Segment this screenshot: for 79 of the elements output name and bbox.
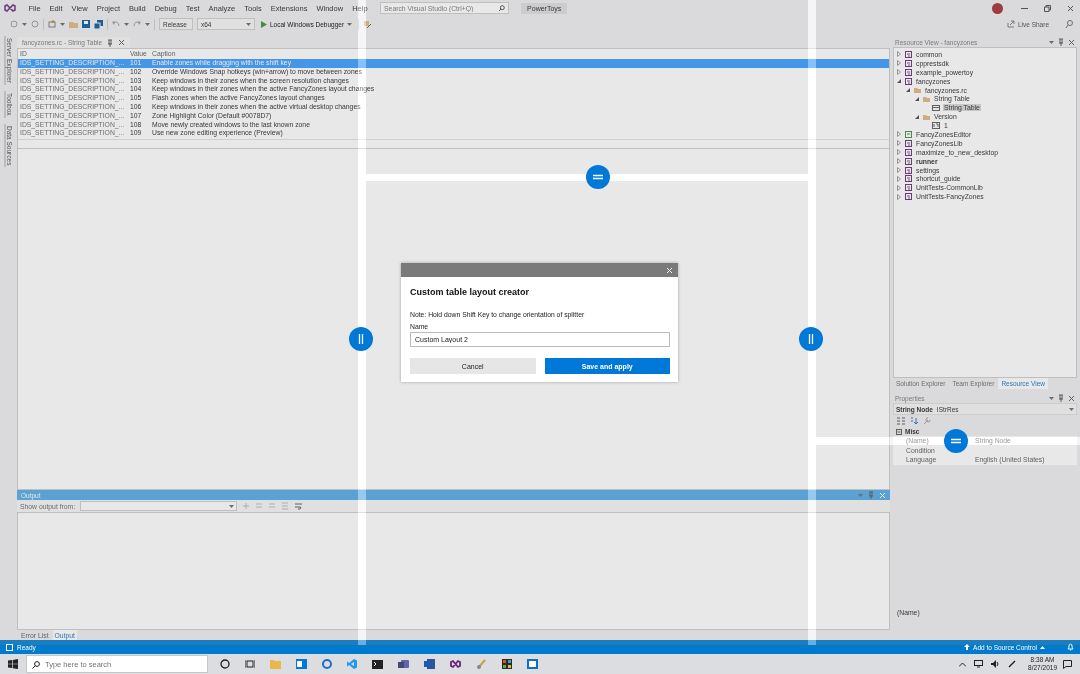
save-icon[interactable]: [82, 20, 90, 28]
caret-icon: [124, 22, 129, 26]
browser-app-icon[interactable]: [322, 659, 332, 669]
caret-icon: [145, 22, 150, 26]
grid-app-icon[interactable]: [502, 659, 512, 669]
status-icon: [6, 643, 13, 651]
close-icon[interactable]: [1068, 38, 1075, 46]
collapsed-arrow-icon[interactable]: [896, 140, 902, 147]
caret-icon: [22, 22, 27, 26]
caret-icon: [229, 504, 235, 508]
play-icon: [261, 20, 267, 28]
close-icon[interactable]: [118, 39, 126, 46]
collapsed-arrow-icon[interactable]: [896, 167, 902, 173]
restore-icon[interactable]: [1044, 4, 1051, 12]
notification-icon[interactable]: [1063, 659, 1072, 669]
word-wrap-icon[interactable]: [294, 502, 304, 510]
collapsed-arrow-icon[interactable]: [896, 193, 902, 200]
caret-icon: [347, 22, 353, 26]
document-app-icon[interactable]: [424, 659, 435, 669]
collapsed-arrow-icon[interactable]: [896, 175, 902, 182]
avatar-icon[interactable]: [992, 2, 1003, 14]
wrench-icon[interactable]: [923, 417, 931, 425]
dialog-title: Custom table layout creator: [410, 287, 531, 297]
bell-icon[interactable]: [1067, 643, 1074, 651]
infinity-app-icon[interactable]: [450, 659, 461, 669]
collapsed-arrow-icon[interactable]: [896, 60, 902, 67]
paint-app-icon[interactable]: [476, 659, 487, 669]
expanded-arrow-icon[interactable]: [896, 78, 902, 85]
new-item-icon[interactable]: [48, 20, 56, 28]
collapse-box-icon[interactable]: [896, 428, 902, 435]
caret-icon: [1069, 407, 1074, 411]
up-arrow-icon: [964, 644, 971, 650]
expanded-arrow-icon[interactable]: [914, 113, 920, 120]
back-icon[interactable]: [10, 20, 18, 28]
splitter-handle[interactable]: [349, 327, 373, 351]
chat-app-icon[interactable]: [398, 659, 409, 669]
caret-icon: [1049, 396, 1054, 400]
collapsed-arrow-icon[interactable]: [896, 131, 902, 138]
sort-icon[interactable]: [910, 417, 918, 425]
splitter-handle[interactable]: [799, 327, 823, 351]
close-icon[interactable]: [1067, 4, 1074, 12]
tray-caret-icon[interactable]: [959, 661, 967, 667]
forward-icon[interactable]: [31, 20, 39, 28]
table-icon: [932, 104, 940, 111]
undo-icon[interactable]: [112, 20, 120, 28]
window-app-icon[interactable]: [527, 659, 538, 669]
splitter-handle[interactable]: [944, 429, 968, 453]
pin-icon[interactable]: [107, 38, 114, 47]
pin-icon[interactable]: [1058, 394, 1064, 402]
close-icon[interactable]: [1068, 394, 1075, 402]
folder-icon: [923, 113, 930, 120]
terminal-app-icon[interactable]: [372, 659, 383, 669]
search-icon: [498, 5, 506, 12]
collapsed-arrow-icon[interactable]: [896, 184, 902, 191]
search-icon: [32, 661, 40, 669]
share-icon: [1006, 20, 1015, 28]
collapsed-arrow-icon[interactable]: [896, 149, 902, 156]
logo-icon: [4, 2, 16, 14]
editor-app-icon[interactable]: [347, 659, 357, 669]
caret-icon: [60, 22, 65, 26]
categorized-icon[interactable]: [897, 417, 905, 425]
mail-app-icon[interactable]: [296, 659, 307, 669]
expanded-arrow-icon[interactable]: [914, 95, 920, 102]
collapsed-arrow-icon[interactable]: [896, 158, 902, 165]
start-icon[interactable]: [8, 659, 18, 669]
redo-icon[interactable]: [133, 20, 141, 28]
volume-icon[interactable]: [991, 660, 1001, 668]
collapsed-arrow-icon[interactable]: [896, 51, 902, 58]
caret-icon: [1049, 40, 1054, 44]
expanded-arrow-icon[interactable]: [905, 87, 911, 93]
version-icon: [932, 122, 940, 130]
toolbar-tool-icon[interactable]: [363, 19, 373, 29]
pin-icon[interactable]: [1058, 38, 1064, 46]
task-view-icon[interactable]: [245, 659, 255, 669]
caret-icon: [246, 22, 251, 26]
splitter-handle[interactable]: [586, 165, 610, 189]
pin-icon[interactable]: [868, 491, 874, 499]
save-all-icon[interactable]: [94, 19, 103, 29]
caret-icon: [858, 493, 863, 497]
